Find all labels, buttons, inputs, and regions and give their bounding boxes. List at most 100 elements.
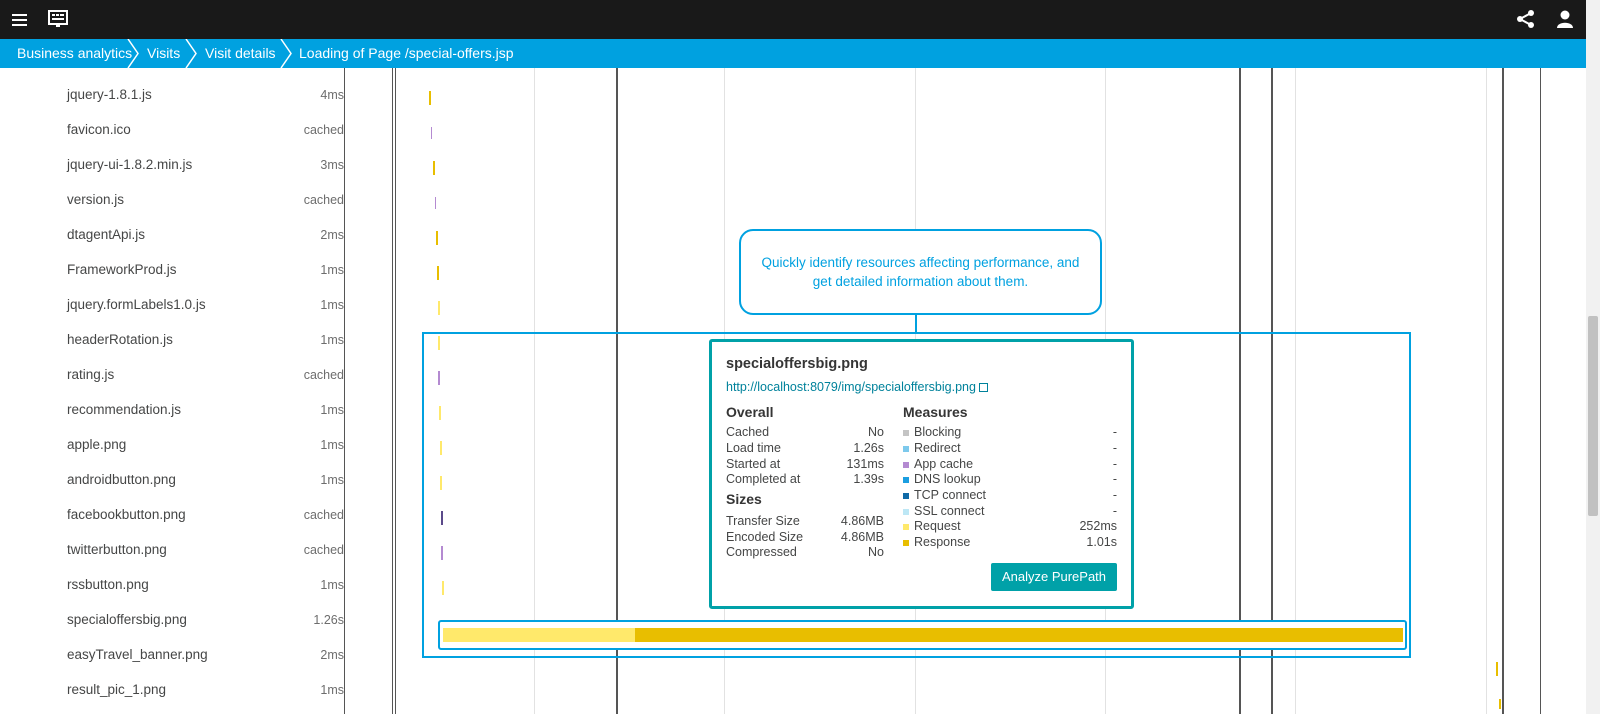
list-item[interactable]: jquery-1.8.1.js 4ms (12, 79, 344, 114)
ssl-connect-swatch (903, 509, 909, 515)
monitor-icon[interactable] (48, 9, 70, 31)
size-label: Encoded Size (726, 530, 804, 544)
chart-axis-line (344, 68, 345, 714)
external-link-icon (978, 383, 988, 392)
timing-bar[interactable] (436, 231, 438, 245)
resource-name: recommendation.js (67, 402, 182, 417)
marker-line (395, 68, 396, 714)
resource-name: apple.png (67, 437, 127, 452)
response-swatch (903, 540, 909, 546)
callout-line: Quickly identify resources affecting per… (761, 255, 1080, 270)
measure-value: - (1112, 504, 1117, 518)
list-item[interactable]: jquery.formLabels1.0.js 1ms (12, 289, 344, 324)
list-item[interactable]: apple.png 1ms (12, 429, 344, 464)
timing-bar[interactable] (1499, 699, 1501, 709)
breadcrumb: Business analytics Visits Visit details … (0, 39, 1586, 68)
overall-label: Cached (726, 425, 770, 439)
resource-duration: 1ms (320, 333, 344, 347)
list-item[interactable]: jquery-ui-1.8.2.min.js 3ms (12, 149, 344, 184)
resource-duration: cached (303, 193, 344, 207)
chevron-right-icon (185, 39, 197, 68)
resource-name: version.js (67, 192, 125, 207)
measure-value: - (1112, 441, 1117, 455)
timing-bar[interactable] (438, 301, 440, 315)
scrollbar-thumb[interactable] (1588, 316, 1598, 516)
list-item[interactable]: recommendation.js 1ms (12, 394, 344, 429)
user-icon[interactable] (1555, 9, 1577, 31)
list-item[interactable]: favicon.ico cached (12, 114, 344, 149)
resource-name: favicon.ico (67, 122, 131, 137)
measure-label: Request (914, 519, 961, 533)
resource-duration: 2ms (320, 228, 344, 242)
measure-label: SSL connect (914, 504, 985, 518)
timing-bar[interactable] (1496, 662, 1498, 676)
share-icon[interactable] (1516, 9, 1538, 31)
overall-label: Load time (726, 441, 781, 455)
measure-label: DNS lookup (914, 472, 981, 486)
measure-value: - (1112, 457, 1117, 471)
overall-value: No (868, 425, 884, 439)
blocking-swatch (903, 430, 909, 436)
response-segment[interactable] (635, 628, 1403, 642)
timing-bar[interactable] (435, 197, 436, 209)
measure-value: 252ms (1079, 519, 1117, 533)
list-item[interactable]: twitterbutton.png cached (12, 534, 344, 569)
chevron-right-icon (127, 39, 139, 68)
list-item[interactable]: facebookbutton.png cached (12, 499, 344, 534)
analyze-purepath-button[interactable]: Analyze PurePath (991, 563, 1117, 591)
measure-value: 1.01s (1086, 535, 1117, 549)
timing-bar[interactable] (433, 161, 435, 175)
list-item[interactable]: easyTravel_banner.png 2ms (12, 639, 344, 674)
breadcrumb-visits[interactable]: Visits (147, 39, 180, 68)
request-segment[interactable] (443, 628, 635, 642)
tcp-connect-swatch (903, 493, 909, 499)
dns-lookup-swatch (903, 477, 909, 483)
resource-duration: 3ms (320, 158, 344, 172)
resource-duration: cached (303, 123, 344, 137)
list-item[interactable]: result_pic_1.png 1ms (12, 674, 344, 709)
resource-name: facebookbutton.png (67, 507, 186, 522)
list-item[interactable]: androidbutton.png 1ms (12, 464, 344, 499)
resource-url[interactable]: http://localhost:8079/img/specialoffersb… (726, 380, 976, 394)
resource-duration: cached (303, 543, 344, 557)
resource-duration: cached (303, 368, 344, 382)
list-item[interactable]: rssbutton.png 1ms (12, 569, 344, 604)
resource-url-link[interactable]: http://localhost:8079/img/specialoffersb… (726, 380, 988, 394)
timing-bar[interactable] (437, 266, 439, 280)
resource-duration: 1ms (320, 578, 344, 592)
list-item[interactable]: dtagentApi.js 2ms (12, 219, 344, 254)
size-label: Compressed (726, 545, 797, 559)
breadcrumb-current-page: Loading of Page /special-offers.jsp (299, 45, 514, 61)
measures-heading: Measures (903, 404, 968, 420)
measure-label: Response (914, 535, 971, 549)
list-item[interactable]: rating.js cached (12, 359, 344, 394)
resource-name: twitterbutton.png (67, 542, 167, 557)
list-item[interactable]: headerRotation.js 1ms (12, 324, 344, 359)
measure-label: Redirect (914, 441, 961, 455)
resource-duration: 1ms (320, 298, 344, 312)
vertical-scrollbar[interactable] (1586, 0, 1600, 714)
resource-duration: 2ms (320, 648, 344, 662)
list-item[interactable]: FrameworkProd.js 1ms (12, 254, 344, 289)
measure-label: TCP connect (914, 488, 987, 502)
resource-duration: 1ms (320, 683, 344, 697)
hamburger-icon[interactable] (10, 9, 32, 31)
resource-duration: 1ms (320, 438, 344, 452)
measure-value: - (1112, 425, 1117, 439)
overall-value: 131ms (846, 457, 884, 471)
resource-duration: 1.26s (313, 613, 344, 627)
list-item[interactable]: specialoffersbig.png 1.26s (12, 604, 344, 639)
redirect-swatch (903, 446, 909, 452)
marker-line (1502, 68, 1504, 714)
resource-name: easyTravel_banner.png (67, 647, 208, 662)
grid-line (1486, 68, 1487, 714)
timing-bar[interactable] (431, 127, 432, 139)
resource-name: result_pic_1.png (67, 682, 167, 697)
breadcrumb-business-analytics[interactable]: Business analytics (17, 39, 132, 68)
breadcrumb-visit-details[interactable]: Visit details (205, 39, 276, 68)
callout-line: get detailed information about them. (812, 274, 1029, 289)
timing-bar[interactable] (429, 91, 431, 105)
overall-value: 1.26s (853, 441, 884, 455)
list-item[interactable]: version.js cached (12, 184, 344, 219)
resource-details-popup: specialoffersbig.png http://localhost:80… (709, 339, 1134, 609)
